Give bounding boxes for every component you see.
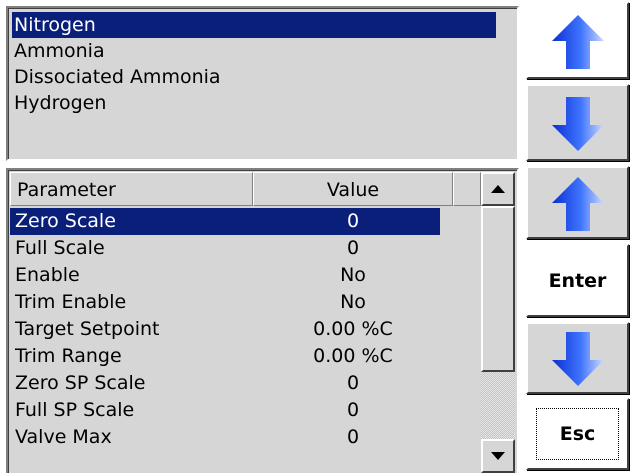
row-parameter-name: Full SP Scale [15, 399, 135, 421]
scroll-down-button[interactable] [481, 439, 515, 473]
enter-button-label: Enter [548, 269, 607, 292]
scroll-down-triangle-icon [491, 452, 505, 460]
row-parameter-value: 0 [346, 237, 360, 259]
gas-item-hydrogen[interactable]: Hydrogen [12, 90, 106, 116]
gas-list-down-button[interactable] [526, 84, 629, 161]
table-row[interactable]: Enable No [10, 262, 440, 289]
table-row[interactable]: Full SP Scale 0 [10, 397, 440, 424]
esc-button-label: Esc [559, 423, 596, 445]
row-parameter-name: Enable [15, 264, 80, 286]
row-parameter-value: 0 [346, 426, 360, 448]
table-row[interactable]: Valve Max 0 [10, 424, 440, 451]
row-parameter-value: 0 [346, 210, 360, 232]
blue-down-arrow-icon [551, 332, 604, 386]
gas-list-up-button[interactable] [526, 2, 629, 79]
table-row[interactable]: Zero SP Scale 0 [10, 370, 440, 397]
enter-button[interactable]: Enter [526, 244, 629, 317]
row-parameter-name: Trim Range [15, 345, 122, 367]
table-row[interactable]: Zero Scale 0 [10, 208, 440, 235]
row-parameter-value: No [340, 291, 366, 313]
row-parameter-value: No [340, 264, 366, 286]
table-scrollbar[interactable] [481, 172, 515, 473]
gas-type-list[interactable]: Nitrogen Ammonia Dissociated Ammonia Hyd… [6, 6, 519, 161]
row-parameter-name: Target Setpoint [15, 318, 160, 340]
row-parameter-name: Valve Max [15, 426, 112, 448]
row-parameter-name: Zero Scale [15, 210, 116, 232]
row-parameter-name: Trim Enable [15, 291, 127, 313]
parameter-table[interactable]: Parameter Value Zero Scale 0 Full Scale … [6, 168, 519, 473]
blue-up-arrow-icon [551, 14, 604, 69]
esc-focus-outline: Esc [536, 408, 619, 460]
row-parameter-value: 0 [346, 372, 360, 394]
blue-up-arrow-icon [551, 176, 604, 231]
gas-item-dissociated-ammonia[interactable]: Dissociated Ammonia [12, 64, 221, 90]
row-parameter-value: 0.00 %C [313, 318, 393, 340]
row-parameter-name: Zero SP Scale [15, 372, 146, 394]
esc-button[interactable]: Esc [526, 398, 629, 470]
scroll-up-triangle-icon [491, 185, 505, 193]
param-up-button[interactable] [526, 166, 629, 239]
column-header-parameter[interactable]: Parameter [10, 172, 253, 206]
table-row[interactable]: Target Setpoint 0.00 %C [10, 316, 440, 343]
column-header-value[interactable]: Value [253, 172, 453, 206]
table-row[interactable]: Full Scale 0 [10, 235, 440, 262]
gas-item-nitrogen[interactable]: Nitrogen [12, 12, 496, 38]
row-parameter-name: Full Scale [15, 237, 105, 259]
row-parameter-value: 0 [346, 399, 360, 421]
scroll-up-button[interactable] [481, 172, 515, 206]
table-row[interactable]: Trim Range 0.00 %C [10, 343, 440, 370]
column-header-spacer [453, 172, 481, 206]
scrollbar-thumb[interactable] [481, 206, 515, 372]
row-parameter-value: 0.00 %C [313, 345, 393, 367]
gas-item-ammonia[interactable]: Ammonia [12, 38, 105, 64]
table-row[interactable]: Trim Enable No [10, 289, 440, 316]
blue-down-arrow-icon [551, 96, 604, 151]
param-down-button[interactable] [526, 322, 629, 394]
